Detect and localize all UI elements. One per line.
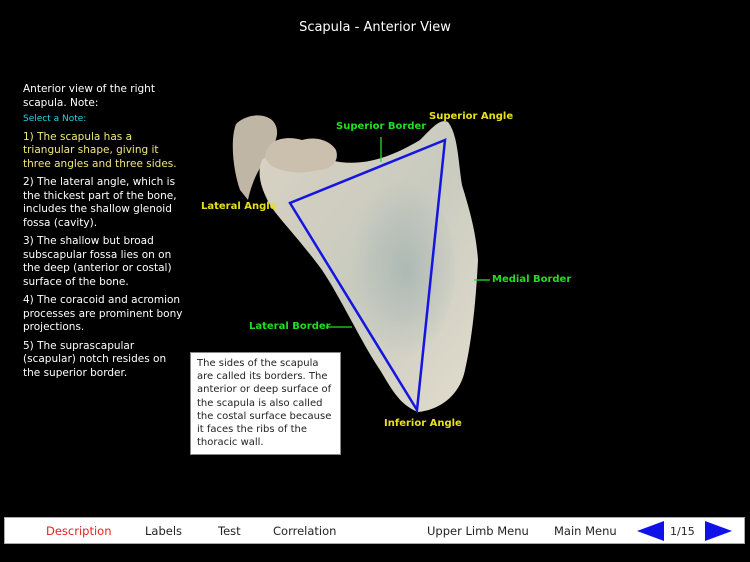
next-page-arrow-icon[interactable] bbox=[705, 521, 733, 541]
tab-labels[interactable]: Labels bbox=[145, 524, 182, 538]
label-superior-border: Superior Border bbox=[336, 121, 427, 132]
info-box: The sides of the scapula are called its … bbox=[190, 352, 341, 456]
bottom-nav-bar: Description Labels Test Correlation Uppe… bbox=[4, 517, 745, 544]
tab-test[interactable]: Test bbox=[218, 524, 241, 538]
upper-limb-menu-link[interactable]: Upper Limb Menu bbox=[427, 524, 529, 538]
coracoid-process bbox=[265, 138, 337, 173]
label-inferior-angle: Inferior Angle bbox=[384, 418, 462, 429]
label-lateral-border: Lateral Border bbox=[249, 321, 331, 332]
scapula-figure: Superior Border Superior Angle Lateral A… bbox=[0, 0, 750, 505]
tab-correlation[interactable]: Correlation bbox=[273, 524, 336, 538]
page-indicator: 1/15 bbox=[670, 525, 695, 538]
label-lateral-angle: Lateral Angle bbox=[201, 201, 277, 212]
scapula-illustration bbox=[232, 115, 490, 414]
label-medial-border: Medial Border bbox=[492, 274, 572, 285]
previous-page-arrow-icon[interactable] bbox=[637, 521, 665, 541]
main-menu-link[interactable]: Main Menu bbox=[554, 524, 617, 538]
label-superior-angle: Superior Angle bbox=[429, 111, 514, 122]
tab-description[interactable]: Description bbox=[46, 524, 112, 538]
